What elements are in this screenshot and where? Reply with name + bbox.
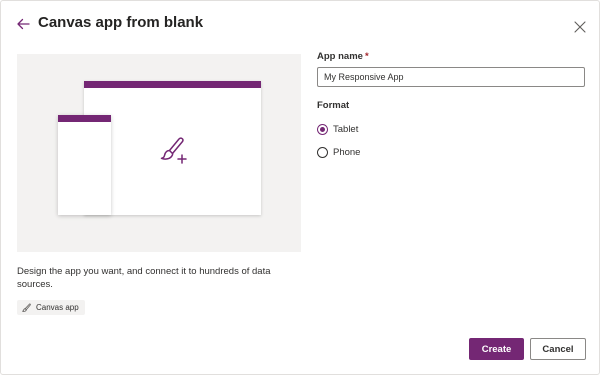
brush-icon bbox=[22, 303, 31, 312]
format-label: Format bbox=[317, 100, 350, 111]
app-name-label-text: App name bbox=[317, 51, 363, 62]
paintbrush-add-icon bbox=[160, 137, 187, 164]
arrow-left-icon bbox=[17, 18, 30, 30]
create-button[interactable]: Create bbox=[469, 338, 524, 360]
format-option-phone-label: Phone bbox=[333, 147, 361, 158]
dialog-title: Canvas app from blank bbox=[38, 14, 204, 31]
radio-checked-icon[interactable] bbox=[317, 124, 328, 135]
template-tag-label: Canvas app bbox=[36, 303, 79, 312]
app-name-label: App name * bbox=[317, 51, 369, 62]
radio-unchecked-icon[interactable] bbox=[317, 147, 328, 158]
format-option-phone[interactable]: Phone bbox=[317, 147, 360, 158]
close-icon bbox=[574, 21, 586, 33]
required-marker: * bbox=[364, 51, 369, 62]
template-tag: Canvas app bbox=[17, 300, 85, 315]
format-option-tablet-label: Tablet bbox=[333, 124, 359, 135]
template-description: Design the app you want, and connect it … bbox=[17, 266, 271, 290]
cancel-button[interactable]: Cancel bbox=[530, 338, 586, 360]
app-illustration bbox=[17, 54, 301, 252]
app-name-input[interactable] bbox=[317, 67, 585, 87]
close-button[interactable] bbox=[573, 20, 587, 34]
tablet-window-titlebar bbox=[84, 81, 261, 88]
format-option-tablet[interactable]: Tablet bbox=[317, 124, 358, 135]
back-button[interactable] bbox=[15, 16, 31, 32]
create-app-dialog: Canvas app from blank Design the app you… bbox=[0, 0, 600, 375]
phone-window-illustration bbox=[58, 115, 111, 215]
phone-window-titlebar bbox=[58, 115, 111, 122]
